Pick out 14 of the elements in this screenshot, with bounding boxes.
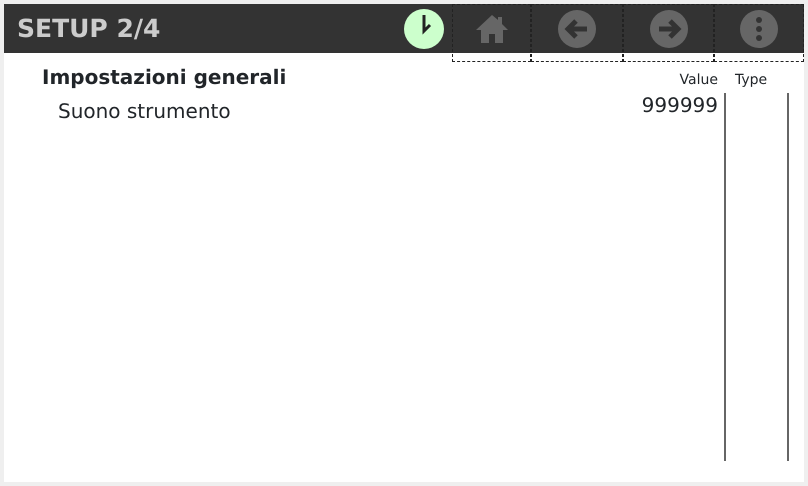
clock-icon <box>404 8 444 48</box>
column-header: Type <box>734 71 768 89</box>
section-title: Impostazioni generali <box>42 65 288 89</box>
screen-title: SETUP 2/4 <box>16 12 162 45</box>
setting-value: 999999 <box>640 93 718 117</box>
column-header: Value <box>678 71 718 89</box>
back-button[interactable] <box>531 4 623 62</box>
setting-label: Suono strumento <box>57 99 232 123</box>
forward-icon <box>648 9 688 49</box>
menu-icon <box>739 9 779 49</box>
menu-button[interactable] <box>714 4 804 62</box>
forward-button[interactable] <box>623 4 714 62</box>
back-icon <box>557 9 597 49</box>
home-button[interactable] <box>452 4 531 62</box>
